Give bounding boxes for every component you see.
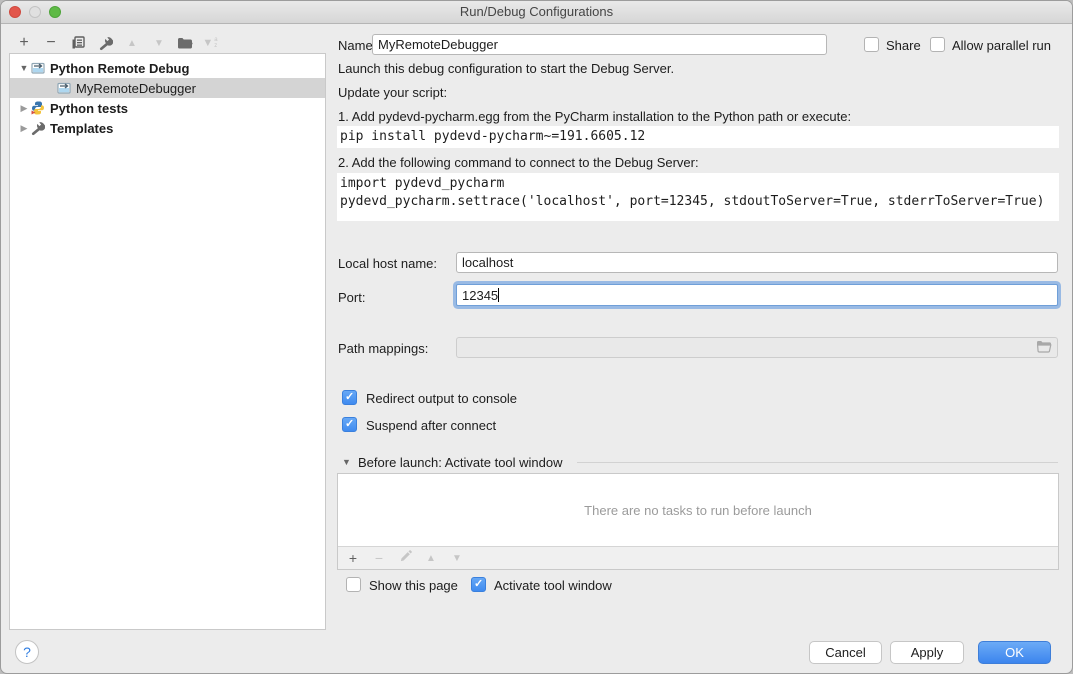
templates-wrench-icon xyxy=(30,120,46,136)
local-host-name-input[interactable] xyxy=(456,252,1058,273)
pip-install-code: pip install pydevd-pycharm~=191.6605.12 xyxy=(337,126,1059,148)
name-input[interactable] xyxy=(372,34,827,55)
before-launch-title: Before launch: Activate tool window xyxy=(358,455,563,470)
copy-configuration-icon[interactable] xyxy=(69,34,87,52)
move-task-down-icon: ▼ xyxy=(450,553,464,564)
apply-button[interactable]: Apply xyxy=(890,641,964,664)
remote-debug-config-icon xyxy=(56,80,72,96)
create-folder-icon[interactable] xyxy=(176,34,194,52)
show-this-page-checkbox[interactable] xyxy=(346,577,361,592)
python-tests-icon xyxy=(30,100,46,116)
tree-item-label: Python tests xyxy=(50,101,128,116)
remove-configuration-icon[interactable]: − xyxy=(42,34,60,52)
ok-button[interactable]: OK xyxy=(978,641,1051,664)
local-host-name-label: Local host name: xyxy=(338,256,437,271)
tree-item-myremotedebugger[interactable]: MyRemoteDebugger xyxy=(10,78,325,98)
path-mappings-label: Path mappings: xyxy=(338,341,428,356)
suspend-after-connect-checkbox[interactable] xyxy=(342,417,357,432)
before-launch-divider xyxy=(577,462,1058,463)
add-task-icon[interactable]: + xyxy=(346,550,360,566)
activate-tool-window-checkbox[interactable] xyxy=(471,577,486,592)
redirect-output-label: Redirect output to console xyxy=(366,391,517,406)
edit-defaults-wrench-icon[interactable] xyxy=(96,34,114,52)
no-tasks-message: There are no tasks to run before launch xyxy=(338,474,1058,546)
suspend-after-connect-label: Suspend after connect xyxy=(366,418,496,433)
share-label: Share xyxy=(886,38,921,53)
title-bar[interactable]: Run/Debug Configurations xyxy=(1,1,1072,24)
move-task-up-icon: ▲ xyxy=(424,553,438,564)
sort-alphabetically-icon: ▼az xyxy=(201,34,219,52)
browse-folder-icon[interactable] xyxy=(1036,340,1052,356)
instruction-line-1: Launch this debug configuration to start… xyxy=(338,61,674,76)
activate-tool-window-label: Activate tool window xyxy=(494,578,612,593)
tree-item-label: MyRemoteDebugger xyxy=(76,81,196,96)
before-launch-tasks-panel: There are no tasks to run before launch … xyxy=(337,473,1059,570)
instruction-line-3: 1. Add pydevd-pycharm.egg from the PyCha… xyxy=(338,109,851,124)
move-down-icon: ▼ xyxy=(150,34,168,52)
allow-parallel-run-label: Allow parallel run xyxy=(952,38,1051,53)
run-debug-configurations-dialog: Run/Debug Configurations + − ▲ ▼ ▼az ▼ P… xyxy=(0,0,1073,674)
remote-debug-config-icon xyxy=(30,60,46,76)
instruction-line-4: 2. Add the following command to connect … xyxy=(338,155,699,170)
move-up-icon: ▲ xyxy=(123,34,141,52)
text-cursor xyxy=(498,288,499,302)
tree-item-python-tests[interactable]: ▶ Python tests xyxy=(10,98,325,118)
before-launch-collapse-icon[interactable]: ▼ xyxy=(342,457,351,467)
show-this-page-label: Show this page xyxy=(369,578,458,593)
instruction-line-2: Update your script: xyxy=(338,85,447,100)
expand-collapse-icon[interactable]: ▶ xyxy=(18,103,30,114)
path-mappings-input[interactable] xyxy=(456,337,1058,358)
tasks-toolbar: + − ▲ ▼ xyxy=(338,546,1058,569)
allow-parallel-run-checkbox[interactable] xyxy=(930,37,945,52)
share-checkbox[interactable] xyxy=(864,37,879,52)
port-input[interactable] xyxy=(456,284,1058,306)
settrace-code-line-1: import pydevd_pycharm xyxy=(340,176,504,191)
name-label: Name: xyxy=(338,38,376,53)
settrace-code-line-2: pydevd_pycharm.settrace('localhost', por… xyxy=(340,194,1044,209)
edit-task-pencil-icon xyxy=(398,550,412,566)
port-label: Port: xyxy=(338,290,365,305)
tree-item-python-remote-debug[interactable]: ▼ Python Remote Debug xyxy=(10,58,325,78)
redirect-output-checkbox[interactable] xyxy=(342,390,357,405)
tree-item-label: Templates xyxy=(50,121,113,136)
remove-task-icon: − xyxy=(372,550,386,566)
tree-item-templates[interactable]: ▶ Templates xyxy=(10,118,325,138)
settrace-code: import pydevd_pycharm pydevd_pycharm.sett… xyxy=(337,173,1059,221)
expand-collapse-icon[interactable]: ▶ xyxy=(18,123,30,134)
expand-collapse-icon[interactable]: ▼ xyxy=(18,63,30,73)
add-configuration-icon[interactable]: + xyxy=(15,34,33,52)
help-button[interactable]: ? xyxy=(15,640,39,664)
tree-item-label: Python Remote Debug xyxy=(50,61,189,76)
cancel-button[interactable]: Cancel xyxy=(809,641,882,664)
help-icon: ? xyxy=(23,644,31,660)
window-title: Run/Debug Configurations xyxy=(1,4,1072,19)
configurations-tree: ▼ Python Remote Debug MyRemoteDebugger ▶… xyxy=(9,53,326,630)
